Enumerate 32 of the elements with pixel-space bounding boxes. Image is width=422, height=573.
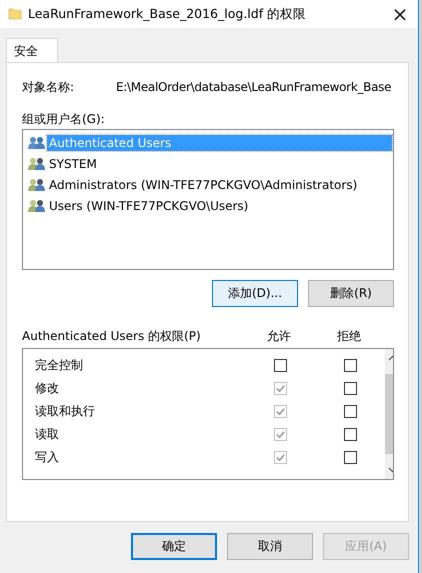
deny-checkbox[interactable] <box>344 382 356 395</box>
permission-name: 修改 <box>34 380 60 397</box>
allow-checkbox[interactable] <box>274 359 286 372</box>
user-name[interactable]: Administrators (WIN-TFE77PCKGVO\Administrators) <box>47 176 360 192</box>
users-icon <box>28 136 46 150</box>
object-path: E:\MealOrder\database\LeaRunFramework_Base <box>116 80 392 94</box>
permission-name: 写入 <box>34 449 60 466</box>
column-header: 允许 <box>266 328 292 344</box>
close-button[interactable]: × <box>382 0 418 28</box>
user-name[interactable]: SYSTEM <box>47 156 99 172</box>
add-button[interactable]: 添加(D)... <box>212 280 298 307</box>
cancel-button[interactable]: 取消 <box>227 533 313 560</box>
ok-button[interactable]: 确定 <box>131 533 217 560</box>
folder-icon <box>8 7 22 21</box>
deny-checkbox[interactable] <box>344 428 356 441</box>
remove-button[interactable]: 删除(R) <box>308 280 394 307</box>
permission-name: 完全控制 <box>34 357 84 374</box>
deny-checkbox[interactable] <box>344 359 356 372</box>
object-name-label: 对象名称: <box>22 78 76 96</box>
tab[interactable]: 安全 <box>6 38 58 62</box>
deny-checkbox[interactable] <box>344 451 356 464</box>
user-name[interactable]: Users (WIN-TFE77PCKGVO\Users) <box>47 198 250 214</box>
window-title: LeaRunFramework_Base_2016_log.ldf 的权限 <box>28 6 308 22</box>
users-icon <box>28 156 46 170</box>
group-label: 组或用户名(G): <box>22 111 106 128</box>
permission-name: 读取 <box>34 426 60 443</box>
permission-name: 读取和执行 <box>34 403 96 420</box>
users-icon <box>28 198 46 212</box>
column-header: 拒绝 <box>336 328 362 344</box>
deny-checkbox[interactable] <box>344 405 356 418</box>
permissions-label: Authenticated Users 的权限(P) <box>22 328 202 344</box>
users-icon <box>28 178 46 192</box>
